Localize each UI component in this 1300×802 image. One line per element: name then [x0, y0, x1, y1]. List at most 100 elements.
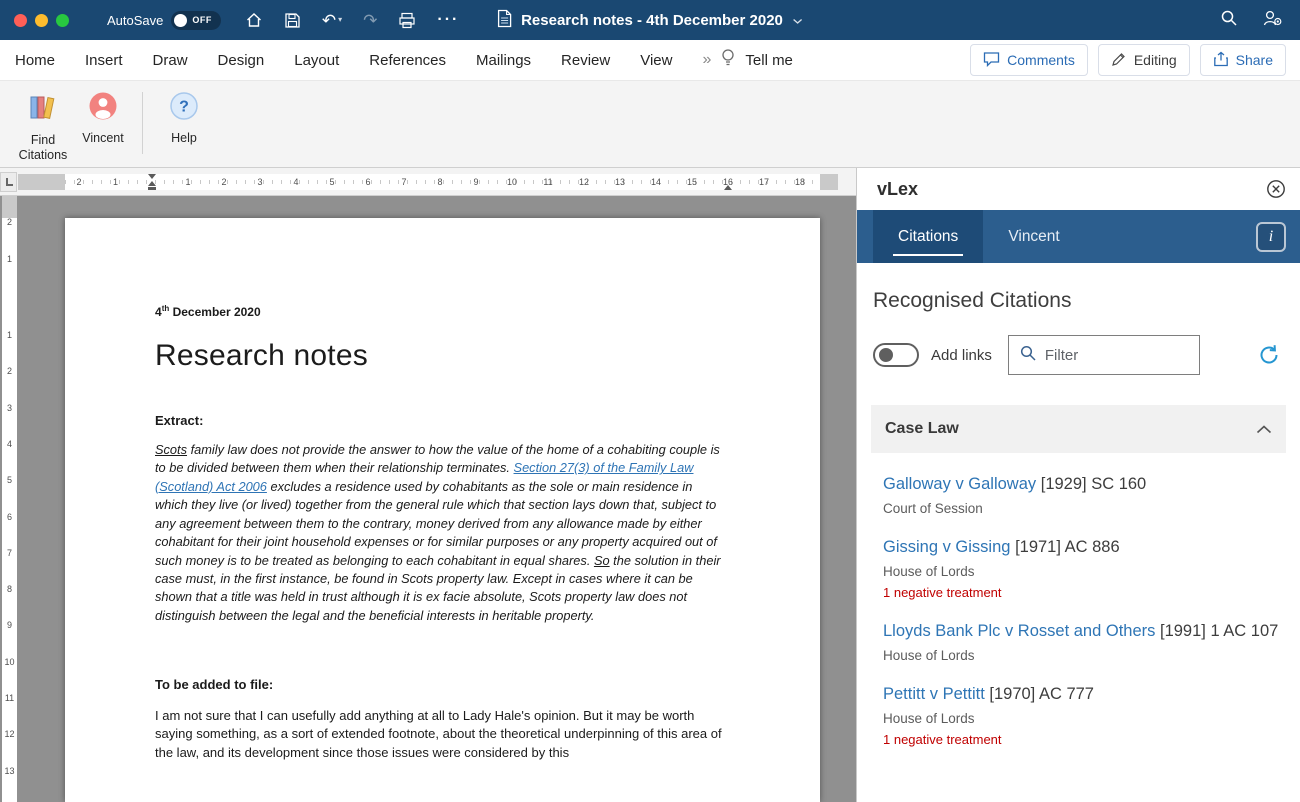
title-chevron-down-icon[interactable] — [792, 12, 803, 29]
ribbon-tabs: Home Insert Draw Design Layout References Mail… — [15, 52, 702, 69]
add-links-toggle[interactable] — [873, 343, 919, 367]
vincent-icon — [88, 91, 118, 124]
citation-link[interactable]: Pettitt v Pettitt — [883, 685, 985, 703]
refresh-icon[interactable] — [1256, 342, 1282, 368]
case-law-section-header[interactable]: Case Law — [871, 405, 1286, 453]
share-button[interactable]: Share — [1199, 44, 1286, 76]
citation-link[interactable]: Galloway v Galloway — [883, 475, 1036, 493]
close-panel-icon[interactable] — [1266, 179, 1286, 199]
ruler-number: 16 — [722, 177, 734, 187]
tab-stop-selector[interactable] — [0, 172, 17, 192]
ribbon-tab[interactable]: Layout — [294, 52, 339, 69]
ruler-number: 10 — [4, 656, 15, 667]
ribbon-tab[interactable]: Draw — [153, 52, 188, 69]
ribbon-tab-extras: » Tell me — [702, 48, 793, 72]
tab-overflow-icon[interactable]: » — [702, 51, 711, 69]
search-icon[interactable] — [1220, 9, 1238, 32]
find-citations-button[interactable]: Find Citations — [12, 88, 74, 162]
home-icon[interactable] — [245, 11, 263, 29]
document-title-area[interactable]: Research notes - 4th December 2020 — [497, 9, 803, 32]
citation-court: House of Lords — [883, 710, 975, 726]
ribbon-tab[interactable]: Home — [15, 52, 55, 69]
vertical-ruler[interactable]: 2 1 1 2 3 4 5 6 7 8 9 10 11 12 13 — [2, 196, 17, 802]
save-icon[interactable] — [284, 12, 301, 29]
undo-dropdown-icon[interactable]: ▾ — [338, 16, 342, 24]
account-settings-icon[interactable] — [1262, 9, 1282, 32]
negative-treatment-badge[interactable]: 1 negative treatment — [883, 585, 1286, 600]
ruler-number: 13 — [614, 177, 626, 187]
editing-mode-button[interactable]: Editing — [1097, 44, 1190, 76]
document-page[interactable]: 4th December 2020 Research notes Extract… — [65, 218, 820, 802]
citation-reference: [1991] 1 AC 107 — [1159, 621, 1279, 640]
ribbon-tab[interactable]: References — [369, 52, 446, 69]
underlined-term: So — [593, 552, 610, 568]
vlex-panel: vLex Citations Vincent i Recognised Cita… — [856, 168, 1300, 802]
comments-label: Comments — [1007, 52, 1075, 68]
citation-controls: Add links — [871, 335, 1286, 375]
ruler-row: 2 1 1 2 3 4 5 6 7 8 9 10 11 12 13 14 15 16 17 18 — [0, 168, 856, 196]
tab-citations[interactable]: Citations — [873, 210, 984, 263]
ruler-number: 7 — [6, 547, 13, 558]
citation-title: Galloway v Galloway [1929] SC 160 — [883, 473, 1286, 497]
hanging-indent-marker[interactable] — [148, 181, 156, 186]
filter-input[interactable] — [1044, 346, 1175, 364]
citation-link[interactable]: Gissing v Gissing — [883, 538, 1010, 556]
minimize-window-button[interactable] — [35, 13, 48, 27]
overflow-glyph: ··· — [437, 11, 460, 28]
ruler-number: 1 — [6, 330, 13, 340]
ribbon-action-buttons: Comments Editing Share — [970, 44, 1300, 76]
ruler-number: 2 — [6, 366, 13, 377]
ruler-number: 7 — [401, 177, 407, 187]
extract-paragraph: Scots family law does not provide the an… — [155, 441, 725, 625]
vlex-header: vLex — [857, 168, 1300, 210]
share-label: Share — [1235, 52, 1273, 68]
ribbon-content: Find Citations Vincent ? Help — [0, 80, 1300, 168]
recognised-citations-heading: Recognised Citations — [873, 289, 1072, 312]
find-citations-icon — [27, 91, 59, 126]
ribbon-tab[interactable]: Review — [561, 52, 610, 69]
zoom-window-button[interactable] — [56, 13, 69, 27]
info-icon[interactable]: i — [1256, 221, 1286, 252]
tell-me-button[interactable]: Tell me — [745, 52, 793, 69]
close-window-button[interactable] — [14, 13, 27, 27]
help-label: Help — [171, 131, 197, 146]
comments-button[interactable]: Comments — [970, 44, 1088, 76]
ribbon-tab[interactable]: View — [640, 52, 672, 69]
file-note-label: To be added to file: — [155, 677, 274, 693]
citation-link[interactable]: Lloyds Bank Plc v Rosset and Others — [883, 622, 1155, 640]
collapse-chevron-up-icon[interactable] — [1256, 424, 1272, 434]
undo-icon[interactable]: ↶ ▾ — [322, 12, 342, 29]
case-law-label: Case Law — [885, 420, 959, 437]
titlebar: AutoSave OFF ↶ ▾ ↷ ··· Research notes - … — [0, 0, 1300, 40]
ruler-number: 10 — [506, 177, 518, 187]
ribbon-tab[interactable]: Design — [218, 52, 265, 69]
negative-treatment-badge[interactable]: 1 negative treatment — [883, 732, 1286, 747]
filter-field[interactable] — [1007, 335, 1200, 375]
ruler-number: 2 — [76, 177, 82, 187]
horizontal-ruler[interactable]: 2 1 1 2 3 4 5 6 7 8 9 10 11 12 13 14 15 16 17 18 — [18, 174, 838, 190]
ribbon-tab[interactable]: Insert — [85, 52, 123, 69]
first-line-indent-marker[interactable] — [148, 174, 156, 179]
undo-glyph: ↶ — [321, 10, 337, 30]
ruler-number: 4 — [293, 177, 299, 187]
autosave-toggle[interactable]: OFF — [171, 10, 221, 30]
vincent-button[interactable]: Vincent — [74, 88, 132, 146]
more-commands-icon[interactable]: ··· — [437, 12, 459, 28]
ruler-number: 1 — [112, 177, 119, 187]
ruler-number: 5 — [6, 475, 13, 486]
document-canvas: 2 1 1 2 3 4 5 6 7 8 9 10 11 12 13 4th December 2020 Re… — [0, 196, 856, 802]
vincent-label: Vincent — [82, 131, 124, 146]
left-indent-marker[interactable] — [148, 187, 156, 190]
word-app-window: AutoSave OFF ↶ ▾ ↷ ··· Research notes - … — [0, 0, 1300, 802]
ribbon-tab[interactable]: Mailings — [476, 52, 531, 69]
ruler-number: 5 — [329, 177, 335, 187]
date-month-year: December 2020 — [169, 305, 261, 319]
ruler-number: 1 — [185, 177, 191, 187]
redo-icon: ↷ — [363, 12, 377, 29]
tab-vincent[interactable]: Vincent — [983, 210, 1084, 263]
ribbon-separator — [142, 92, 143, 154]
help-button[interactable]: ? Help — [155, 88, 213, 146]
print-icon[interactable] — [398, 12, 416, 29]
help-icon: ? — [169, 91, 199, 124]
document-zone: 2 1 1 2 3 4 5 6 7 8 9 10 11 12 13 14 15 16 17 18 2112345678… — [0, 168, 856, 802]
